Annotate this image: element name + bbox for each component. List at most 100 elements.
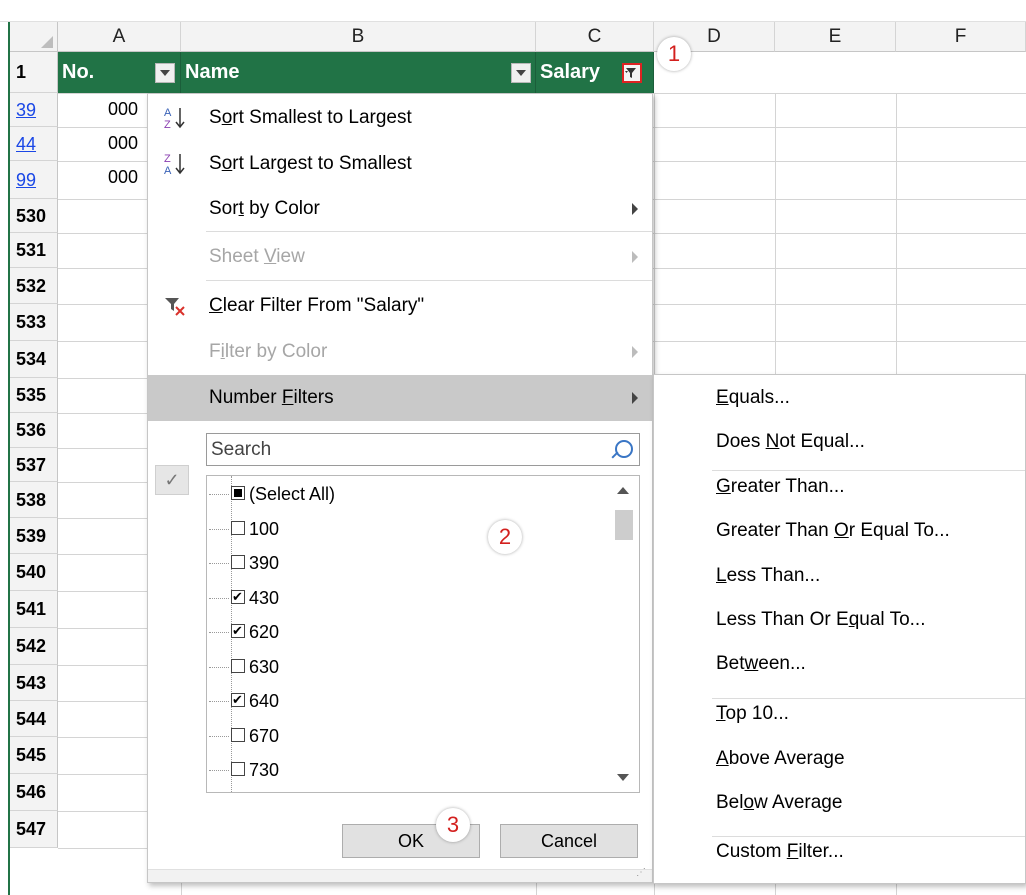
tree-connector — [209, 666, 229, 668]
submenu-item[interactable]: Between... — [716, 653, 806, 675]
column-header-c[interactable]: C — [536, 22, 654, 52]
svg-text:Z: Z — [164, 119, 171, 131]
filter-by-color-label: Filter by Color — [209, 341, 328, 362]
resize-grip-icon[interactable]: ⋰ — [636, 867, 646, 878]
row-header[interactable]: 546 — [10, 774, 58, 811]
checkbox[interactable] — [231, 555, 245, 570]
filter-funnel-icon — [625, 68, 636, 78]
cell-no-value[interactable]: 000 — [108, 99, 138, 120]
row-header[interactable]: 44 — [10, 127, 58, 161]
filter-dropdown-no[interactable] — [155, 63, 175, 83]
filter-dropdown-salary[interactable] — [622, 63, 642, 83]
checkbox[interactable] — [231, 762, 245, 777]
row-header[interactable]: 536 — [10, 413, 58, 448]
row-header[interactable]: 534 — [10, 341, 58, 378]
row-header[interactable]: 547 — [10, 811, 58, 848]
submenu-separator — [712, 470, 1025, 471]
callout-badge-2: 2 — [488, 520, 522, 554]
checkbox[interactable] — [231, 693, 245, 708]
checklist-item[interactable]: (Select All) — [209, 477, 336, 511]
tree-connector — [209, 701, 229, 702]
row-header[interactable]: 543 — [10, 665, 58, 701]
menu-item-sort-asc[interactable]: A Z Sort Smallest to Largest — [148, 95, 652, 141]
menu-resize-bar: ⋰ — [148, 867, 652, 882]
checklist-item-label: 100 — [249, 518, 280, 539]
top-margin — [0, 0, 1026, 22]
scroll-down-arrow-icon[interactable] — [617, 774, 629, 781]
clear-filter-icon — [162, 292, 190, 320]
submenu-item[interactable]: Greater Than Or Equal To... — [716, 520, 950, 542]
row-header[interactable]: 539 — [10, 518, 58, 554]
clear-filter-label: Clear Filter From "Salary" — [209, 295, 425, 316]
table-header-row: No. Name Salary — [58, 52, 654, 93]
column-header-a[interactable]: A — [58, 22, 181, 52]
column-header-f[interactable]: F — [896, 22, 1026, 52]
row-header[interactable]: 532 — [10, 268, 58, 304]
cell-no-value[interactable]: 000 — [108, 133, 138, 154]
header-cell-name[interactable]: Name — [181, 52, 536, 93]
submenu-item[interactable]: Less Than... — [716, 565, 820, 587]
checklist-item[interactable]: 640 — [209, 684, 279, 718]
scroll-up-arrow-icon[interactable] — [617, 487, 629, 494]
submenu-item[interactable]: Greater Than... — [716, 476, 845, 498]
checklist-item[interactable]: 430 — [209, 581, 279, 615]
row-header[interactable]: 39 — [10, 93, 58, 127]
checklist-scrollbar[interactable] — [609, 476, 639, 792]
search-input[interactable]: Search — [206, 433, 640, 466]
row-header[interactable]: 99 — [10, 161, 58, 199]
menu-item-sort-by-color[interactable]: Sort by Color — [148, 186, 652, 232]
checklist-item-label: (Select All) — [249, 484, 336, 504]
menu-item-sort-desc[interactable]: Z A Sort Largest to Smallest — [148, 141, 652, 187]
search-icon[interactable] — [615, 440, 633, 458]
checkbox[interactable] — [231, 589, 245, 604]
row-header[interactable]: 541 — [10, 591, 58, 628]
submenu-item[interactable]: Above Average — [716, 748, 845, 770]
checkbox[interactable] — [231, 658, 245, 673]
menu-item-number-filters[interactable]: Number Filters — [148, 375, 652, 421]
select-all-corner[interactable] — [10, 22, 58, 52]
filter-dropdown-name[interactable] — [511, 63, 531, 83]
row-header[interactable]: 530 — [10, 199, 58, 233]
checkbox[interactable] — [231, 520, 245, 535]
menu-item-clear-filter[interactable]: Clear Filter From "Salary" — [148, 283, 652, 329]
checklist-item[interactable]: 100 — [209, 512, 280, 546]
submenu-item[interactable]: Top 10... — [716, 703, 789, 725]
submenu-separator — [712, 836, 1025, 837]
checkbox[interactable] — [231, 624, 245, 639]
column-header-b[interactable]: B — [181, 22, 536, 52]
checkbox[interactable] — [231, 486, 245, 501]
submenu-item[interactable]: Equals... — [716, 387, 790, 409]
row-header[interactable]: 544 — [10, 701, 58, 737]
autofilter-menu: A Z Sort Smallest to Largest Z A Sort La… — [147, 93, 653, 883]
value-checklist[interactable]: (Select All) 100 390 430 620 630 640 670 730 — [206, 475, 640, 793]
checklist-item-label: 620 — [249, 622, 280, 642]
submenu-item[interactable]: Custom Filter... — [716, 841, 844, 863]
checkbox[interactable] — [231, 727, 245, 742]
row-header[interactable]: 542 — [10, 628, 58, 665]
checklist-item[interactable]: 620 — [209, 615, 280, 649]
row-header[interactable]: 545 — [10, 737, 58, 774]
callout-badge-1: 1 — [657, 37, 691, 71]
checklist-item[interactable]: 670 — [209, 719, 279, 753]
cell-no-value[interactable]: 000 — [108, 167, 138, 188]
scrollbar-thumb[interactable] — [615, 510, 633, 540]
cancel-button[interactable]: Cancel — [500, 824, 638, 858]
column-header-e[interactable]: E — [775, 22, 896, 52]
row-header[interactable]: 533 — [10, 304, 58, 341]
sort-asc-label: Sort Smallest to Largest — [209, 107, 412, 128]
callout-badge-3: 3 — [436, 808, 470, 842]
row-header-1[interactable]: 1 — [10, 52, 58, 93]
submenu-item[interactable]: Below Average — [716, 792, 842, 814]
submenu-item[interactable]: Less Than Or Equal To... — [716, 609, 926, 631]
checklist-item[interactable]: 630 — [209, 650, 279, 684]
row-header[interactable]: 535 — [10, 378, 58, 413]
row-header[interactable]: 531 — [10, 233, 58, 268]
svg-text:A: A — [164, 165, 172, 177]
checklist-item[interactable]: 730 — [209, 753, 279, 787]
checklist-item[interactable]: 390 — [209, 546, 279, 580]
row-header[interactable]: 540 — [10, 554, 58, 591]
header-name-label: Name — [185, 61, 240, 83]
row-header[interactable]: 537 — [10, 448, 58, 482]
row-header[interactable]: 538 — [10, 482, 58, 518]
submenu-item[interactable]: Does Not Equal... — [716, 431, 865, 453]
